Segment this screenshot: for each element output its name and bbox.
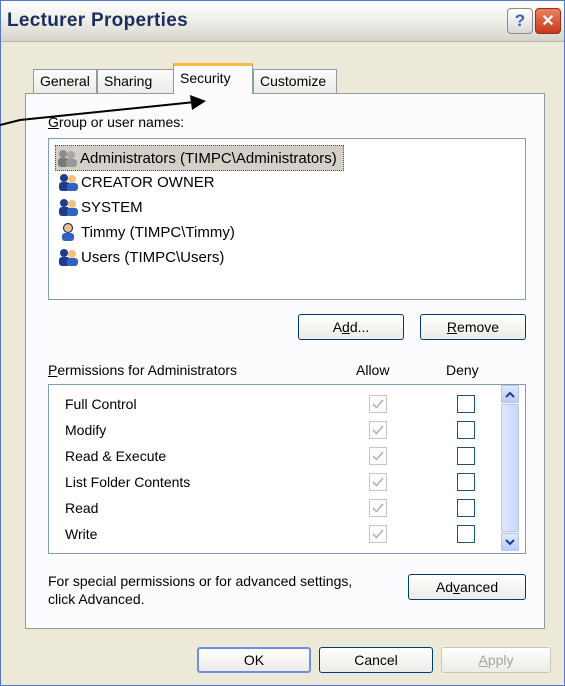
tab-security[interactable]: Security: [173, 63, 253, 94]
tab-label: Security: [180, 70, 231, 86]
annotation-arrow-icon: [0, 95, 206, 126]
